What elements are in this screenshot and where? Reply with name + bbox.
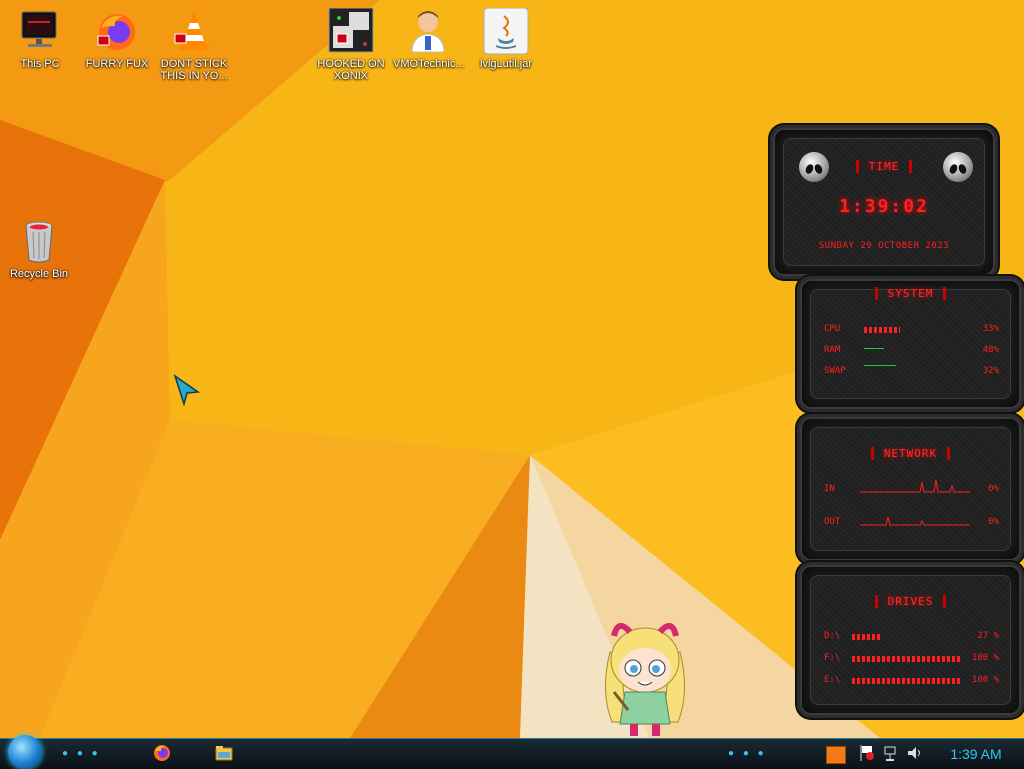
time-widget-title: TIME — [855, 160, 913, 173]
network-in-value: 0% — [988, 484, 999, 494]
ram-value: 48% — [982, 345, 999, 355]
drive-e-label: E:\ — [824, 675, 841, 685]
file-explorer-icon[interactable] — [214, 743, 236, 765]
system-widget-title: SYSTEM — [874, 287, 947, 300]
network-out-graph — [860, 516, 970, 526]
network-widget-title: NETWORK — [870, 447, 951, 460]
ram-label: RAM — [824, 345, 841, 355]
drive-f-row: F:\ 100 % — [824, 653, 999, 665]
desktop-icon-vm-technic[interactable]: VMOTechnic... — [393, 8, 465, 70]
system-widget: SYSTEM CPU 33% RAM 48% SWAP 32% — [797, 276, 1024, 412]
vlc-cone-icon — [170, 8, 218, 56]
doctor-person-icon — [404, 8, 452, 56]
swap-row: SWAP 32% — [824, 365, 999, 378]
time-widget-date: SUNDAY 29 OCTOBER 2023 — [818, 241, 950, 251]
desktop-icon-label: lvlgLutil.jar — [480, 58, 532, 70]
network-widget: NETWORK IN 0% OUT 0% — [797, 414, 1024, 564]
swap-label: SWAP — [824, 366, 846, 376]
drive-e-usage-bar — [852, 678, 962, 684]
ram-row: RAM 48% — [824, 345, 999, 357]
desktop-icon-dont-stick[interactable]: DONT STICK THIS IN YO... — [159, 8, 229, 82]
network-icon[interactable] — [882, 743, 898, 765]
swap-usage-bar — [864, 365, 974, 375]
network-out-label: OUT — [824, 517, 841, 527]
cpu-usage-bar — [864, 327, 974, 333]
game-icon — [327, 7, 375, 56]
drive-e-row: E:\ 100 % — [824, 675, 999, 687]
volume-icon[interactable] — [906, 743, 922, 765]
drive-f-value: 100 % — [971, 653, 999, 663]
taskbar-decoration-right: ● ● ● — [728, 748, 767, 759]
network-in-row: IN 0% — [824, 479, 999, 496]
desktop-icon-furry-fux[interactable]: FURRY FUX — [82, 8, 152, 70]
taskbar-clock[interactable]: 1:39 AM — [934, 743, 1018, 765]
monitor-icon — [16, 8, 64, 56]
drive-f-label: F:\ — [824, 653, 841, 663]
time-widget: TIME 1:39:02 SUNDAY 29 OCTOBER 2023 — [770, 125, 998, 279]
network-in-graph — [860, 479, 970, 493]
drive-d-usage-bar — [852, 634, 962, 640]
network-out-row: OUT 0% — [824, 516, 999, 529]
cpu-value: 33% — [982, 324, 999, 334]
recycle-bin-icon — [15, 218, 63, 266]
swap-value: 32% — [982, 366, 999, 376]
time-widget-clock: 1:39:02 — [839, 196, 929, 217]
cartoon-character-desktop-pet[interactable] — [590, 612, 700, 740]
network-in-label: IN — [824, 484, 835, 494]
desktop-icon-label: Recycle Bin — [9, 268, 69, 280]
drives-widget: DRIVES D:\ 27 % F:\ 100 % E:\ 100 % — [797, 562, 1024, 718]
drive-e-value: 100 % — [971, 675, 999, 685]
desktop-icon-hooked-on-xonix[interactable]: HOOKED ON XONIX — [316, 7, 386, 82]
ram-usage-bar — [864, 348, 974, 354]
desktop-icon-recycle-bin[interactable]: Recycle Bin — [4, 218, 74, 280]
flag-icon[interactable] — [858, 743, 874, 765]
drives-widget-title: DRIVES — [874, 595, 947, 608]
network-out-value: 0% — [988, 517, 999, 527]
desktop-icon-this-pc[interactable]: This PC — [5, 8, 75, 70]
desktop-icon-label: VMOTechnic... — [393, 58, 465, 70]
mouse-cursor-icon — [173, 374, 201, 406]
desktop-icon-label: This PC — [20, 58, 60, 70]
start-button[interactable] — [8, 735, 42, 769]
desktop-icon-label: DONT STICK THIS IN YO... — [160, 58, 228, 82]
desktop-icon-java-jar[interactable]: lvlgLutil.jar — [471, 7, 541, 70]
drive-d-value: 27 % — [977, 631, 999, 641]
java-icon — [482, 7, 530, 56]
app-tray-icon[interactable] — [826, 746, 846, 764]
firefox-icon[interactable] — [152, 743, 174, 765]
taskbar-decoration-left: ● ● ● — [62, 748, 101, 759]
drive-f-usage-bar — [852, 656, 962, 662]
drive-d-label: D:\ — [824, 631, 841, 641]
cpu-row: CPU 33% — [824, 324, 999, 336]
desktop-icon-label: FURRY FUX — [85, 58, 149, 70]
cpu-label: CPU — [824, 324, 841, 334]
desktop-icon-label: HOOKED ON XONIX — [317, 58, 385, 82]
taskbar: ● ● ● ● ● ● 1:39 AM — [0, 735, 1024, 769]
drive-d-row: D:\ 27 % — [824, 631, 999, 643]
firefox-icon — [93, 8, 141, 56]
